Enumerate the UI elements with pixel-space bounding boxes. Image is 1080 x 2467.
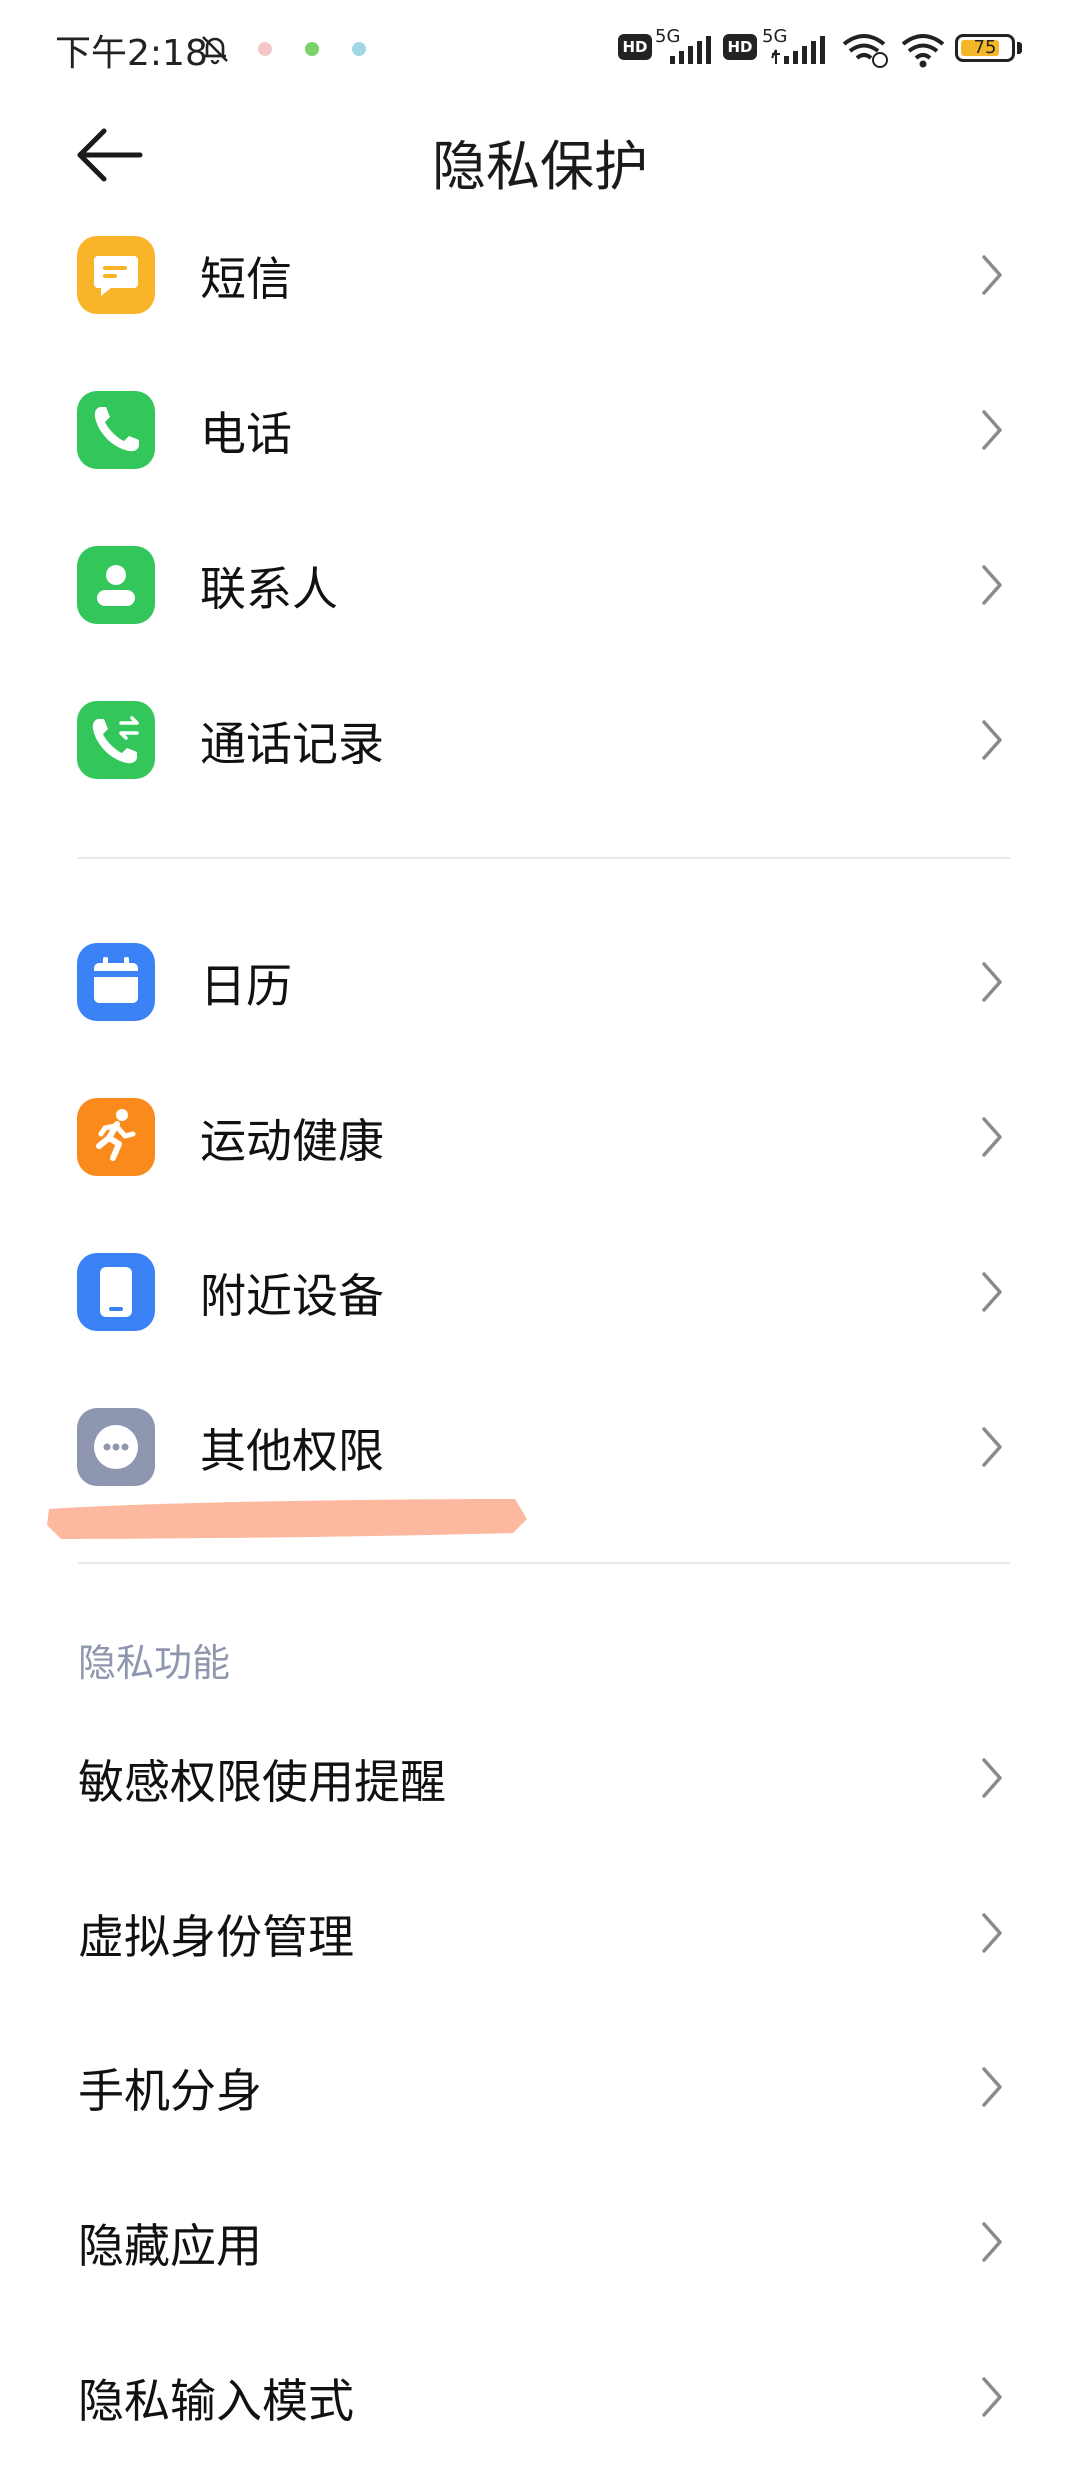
status-time: 下午2:18 (55, 33, 208, 74)
page-title: 隐私保护 (432, 135, 648, 198)
hd-badge: HD (723, 34, 757, 60)
feature-item-sensitive-permission-reminder[interactable]: 敏感权限使用提醒 (0, 1708, 1080, 1848)
call-log-icon (77, 701, 155, 779)
feature-item-second-space[interactable]: 手机分身 (0, 2017, 1080, 2157)
wifi-icon (901, 34, 945, 68)
permission-item-sms[interactable]: 短信 (0, 205, 1080, 345)
chevron-right-icon (982, 1427, 1002, 1467)
battery-nub (1017, 42, 1022, 54)
notification-dot-icon (258, 42, 272, 56)
message-icon (77, 236, 155, 314)
wifi-call-icon (842, 34, 888, 68)
feature-label: 虚拟身份管理 (78, 1910, 354, 1964)
chevron-right-icon (982, 255, 1002, 295)
header: 隐私保护 (0, 100, 1080, 210)
permission-item-calendar[interactable]: 日历 (0, 912, 1080, 1052)
chevron-right-icon (982, 720, 1002, 760)
feature-item-private-input-mode[interactable]: 隐私输入模式 (0, 2327, 1080, 2467)
divider (78, 1562, 1010, 1564)
status-bar: 下午2:18 HD 5G HD 5G 75 (0, 0, 1080, 100)
permission-label: 附近设备 (200, 1269, 384, 1323)
chevron-right-icon (982, 2067, 1002, 2107)
phone-icon (77, 391, 155, 469)
battery-level: 75 (973, 37, 997, 58)
permission-label: 运动健康 (200, 1114, 384, 1168)
running-icon (77, 1098, 155, 1176)
contact-icon (77, 546, 155, 624)
divider (78, 857, 1010, 859)
permission-item-call-log[interactable]: 通话记录 (0, 670, 1080, 810)
signal-icon (771, 36, 825, 64)
mute-bell-icon (202, 36, 228, 65)
chevron-right-icon (982, 2377, 1002, 2417)
permission-item-nearby-devices[interactable]: 附近设备 (0, 1222, 1080, 1362)
permission-label: 联系人 (200, 562, 338, 616)
permission-item-phone[interactable]: 电话 (0, 360, 1080, 500)
battery-icon: 75 (955, 34, 1015, 62)
feature-item-hidden-apps[interactable]: 隐藏应用 (0, 2172, 1080, 2312)
permission-label: 日历 (200, 959, 292, 1013)
notification-dot-icon (352, 42, 366, 56)
feature-label: 手机分身 (78, 2064, 262, 2118)
chevron-right-icon (982, 410, 1002, 450)
chevron-right-icon (982, 2222, 1002, 2262)
chevron-right-icon (982, 1272, 1002, 1312)
hd-badge: HD (618, 34, 652, 60)
calendar-icon (77, 943, 155, 1021)
feature-item-virtual-identity[interactable]: 虚拟身份管理 (0, 1863, 1080, 2003)
permission-label: 短信 (200, 252, 292, 306)
highlight-stroke (47, 1499, 527, 1539)
permission-label: 通话记录 (200, 717, 384, 771)
notification-dot-icon (305, 42, 319, 56)
device-icon (77, 1253, 155, 1331)
chevron-right-icon (982, 1913, 1002, 1953)
permission-item-fitness[interactable]: 运动健康 (0, 1067, 1080, 1207)
permission-item-other[interactable]: 其他权限 (0, 1377, 1080, 1517)
permission-label: 电话 (200, 407, 292, 461)
more-icon (77, 1408, 155, 1486)
permission-label: 其他权限 (200, 1424, 384, 1478)
chevron-right-icon (982, 565, 1002, 605)
chevron-right-icon (982, 1117, 1002, 1157)
chevron-right-icon (982, 1758, 1002, 1798)
signal-icon (670, 36, 711, 64)
section-header-privacy-features: 隐私功能 (78, 1641, 231, 1685)
feature-label: 隐藏应用 (78, 2219, 262, 2273)
chevron-right-icon (982, 962, 1002, 1002)
feature-label: 隐私输入模式 (78, 2374, 354, 2428)
permission-item-contacts[interactable]: 联系人 (0, 515, 1080, 655)
feature-label: 敏感权限使用提醒 (78, 1755, 446, 1809)
